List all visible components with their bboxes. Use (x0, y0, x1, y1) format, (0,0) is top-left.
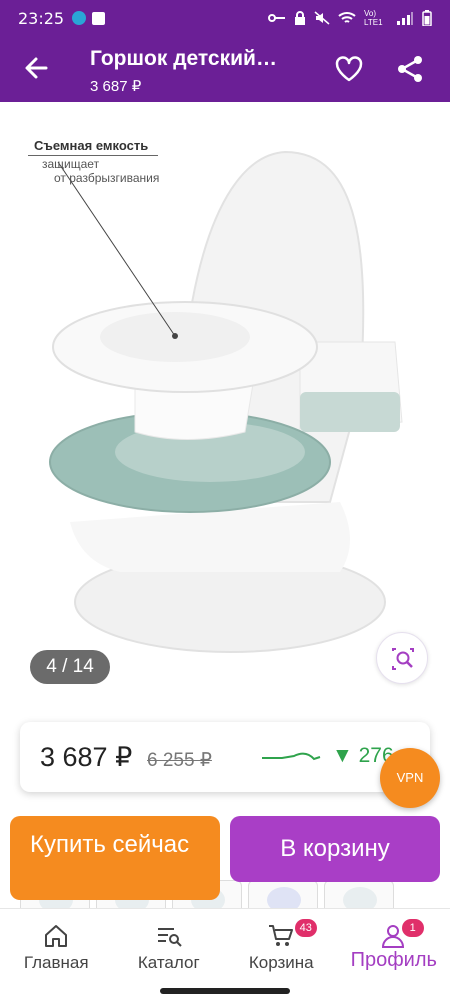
battery-icon (422, 10, 432, 26)
nav-item-home[interactable]: Главная (0, 909, 113, 984)
signal-icon (397, 12, 413, 25)
image-counter: 4 / 14 (30, 650, 110, 684)
callout-line-1: защищает (42, 157, 100, 171)
network-label: Vo) LTE1 (364, 9, 383, 27)
nav-item-label: Каталог (137, 953, 200, 972)
add-to-cart-button[interactable]: В корзину (230, 816, 440, 882)
notification-app-icon (72, 11, 87, 25)
callout-description: защищает от разбрызгивания (40, 157, 159, 185)
visual-search-button[interactable] (376, 632, 428, 684)
lock-icon (295, 11, 305, 25)
nav-item-label: Корзина (248, 953, 314, 972)
status-time: 23:25 (18, 8, 65, 28)
current-price: 3 687 ₽ (40, 742, 133, 772)
favorite-heart-icon[interactable] (334, 54, 364, 84)
mute-icon (314, 11, 330, 25)
back-arrow-icon[interactable] (20, 52, 52, 84)
cart-icon (269, 925, 294, 946)
potty-product-image (49, 150, 403, 653)
catalog-search-icon (157, 928, 182, 947)
price-history-graph[interactable] (262, 746, 322, 766)
nav-item-label: Профиль (350, 949, 437, 971)
product-gallery[interactable]: Съемная емкость защищает от разбрызгиван… (0, 102, 450, 700)
visual-search-icon (392, 648, 414, 670)
product-title: Горшок детский… (90, 47, 277, 70)
cart-badge: 43 (294, 919, 317, 937)
status-bar: 23:25 Vo) LTE1 (0, 0, 450, 36)
bottom-navigation: Главная Каталог 43 Корзина 1 Профиль (0, 908, 450, 984)
nav-item-label: Главная (23, 953, 89, 972)
callout-title: Съемная емкость (34, 138, 149, 153)
price-card: 3 687 ₽ 6 255 ₽ ▼ 276 (20, 722, 430, 792)
app-bar: Горшок детский… 3 687 ₽ (0, 36, 450, 102)
vpn-floating-button[interactable]: VPN (380, 748, 440, 808)
nav-item-cart[interactable]: 43 Корзина (225, 909, 338, 984)
home-icon (45, 925, 68, 947)
nav-item-catalog[interactable]: Каталог (113, 909, 226, 984)
nav-item-profile[interactable]: 1 Профиль (338, 909, 450, 984)
callout-line-2: от разбрызгивания (54, 171, 160, 185)
key-icon (268, 14, 285, 22)
wifi-icon (338, 12, 356, 23)
header-price: 3 687 ₽ (90, 78, 142, 95)
profile-badge: 1 (401, 919, 424, 937)
buy-now-button[interactable]: Купить сейчас (10, 816, 220, 900)
checkbox-notification-icon (92, 11, 106, 25)
old-price: 6 255 ₽ (147, 750, 212, 771)
system-home-indicator[interactable] (0, 984, 450, 1000)
share-icon[interactable] (395, 54, 425, 84)
callout-underline (28, 155, 158, 156)
